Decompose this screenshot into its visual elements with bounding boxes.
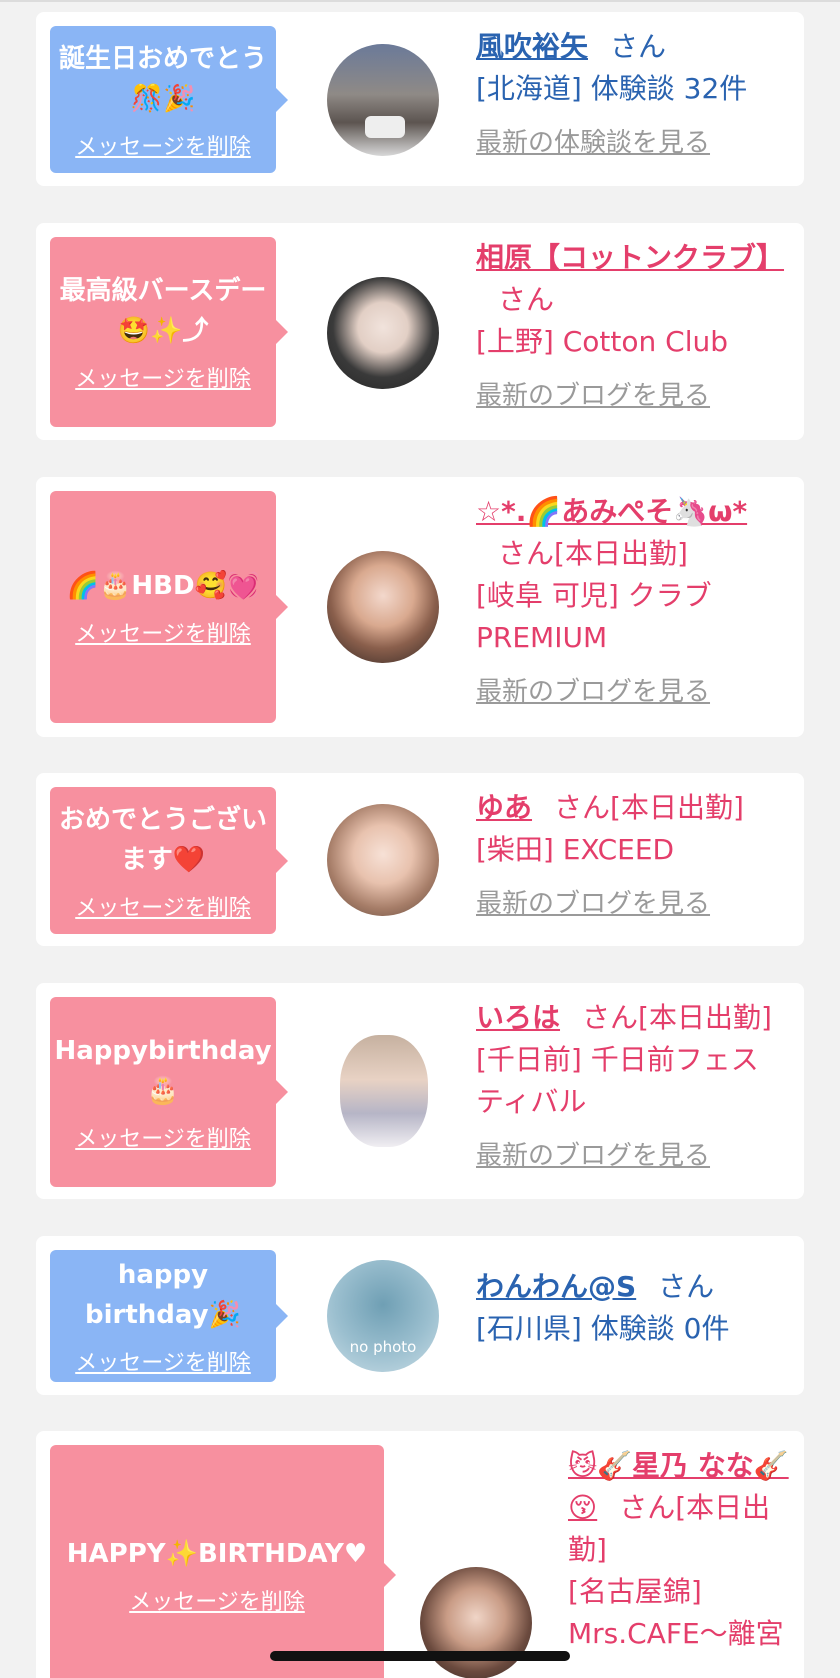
message-bubble: Happybirthday🎂 メッセージを削除 — [50, 997, 288, 1187]
birthday-card: 誕生日おめでとう🎊🎉 メッセージを削除 風吹裕矢 さん [北海道] 体験談 32件… — [36, 12, 804, 186]
honorific: さん — [619, 1491, 676, 1524]
honorific: さん — [498, 537, 555, 570]
user-name-link[interactable]: 相原【コットンクラブ】 — [476, 241, 784, 274]
birthday-message: 誕生日おめでとう🎊🎉 — [58, 43, 267, 114]
avatar[interactable] — [327, 277, 439, 389]
message-bubble: 🌈🎂HBD🥰💓 メッセージを削除 — [50, 491, 288, 723]
latest-link[interactable]: 最新のブログを見る — [476, 671, 786, 713]
user-info: ゆあ さん[本日出勤] [柴田] EXCEED 最新のブログを見る — [476, 787, 786, 925]
honorific: さん — [658, 1270, 715, 1303]
location-line: [上野] Cotton Club — [476, 325, 729, 358]
message-bubble: 最高級バースデー🤩✨⤴ メッセージを削除 — [50, 237, 288, 427]
birthday-card: 🌈🎂HBD🥰💓 メッセージを削除 ☆*.🌈あみぺそ🦄ω* さん[本日出勤] [岐阜… — [36, 477, 804, 737]
message-bubble: happy birthday🎉 メッセージを削除 — [50, 1250, 288, 1382]
delete-message-link[interactable]: メッセージを削除 — [75, 129, 251, 161]
avatar[interactable] — [327, 804, 439, 916]
birthday-message: happy birthday🎉 — [85, 1260, 241, 1330]
user-info: 😼🎸星乃 なな🎸😚 さん[本日出勤] [名古屋錦] Mrs.CAFE〜離宮 — [568, 1445, 796, 1655]
delete-message-link[interactable]: メッセージを削除 — [75, 361, 251, 393]
birthday-card: おめでとうございます❤️ メッセージを削除 ゆあ さん[本日出勤] [柴田] EX… — [36, 773, 804, 946]
message-bubble: HAPPY✨BIRTHDAY♥ メッセージを削除 — [50, 1445, 396, 1678]
birthday-message: HAPPY✨BIRTHDAY♥ — [66, 1539, 368, 1569]
user-info: わんわん@S さん [石川県] 体験談 0件 — [476, 1266, 786, 1350]
birthday-message: Happybirthday🎂 — [54, 1036, 272, 1106]
user-name-link[interactable]: わんわん@S — [476, 1270, 636, 1303]
no-photo-label: no photo — [349, 1338, 417, 1356]
avatar[interactable] — [327, 44, 439, 156]
honorific: さん — [610, 30, 667, 63]
top-divider — [0, 0, 840, 2]
home-indicator[interactable] — [270, 1651, 570, 1661]
latest-link[interactable]: 最新のブログを見る — [476, 375, 786, 417]
message-bubble: 誕生日おめでとう🎊🎉 メッセージを削除 — [50, 26, 288, 173]
delete-message-link[interactable]: メッセージを削除 — [75, 616, 251, 648]
status-badge: [本日出勤] — [554, 537, 688, 570]
delete-message-link[interactable]: メッセージを削除 — [75, 1345, 251, 1377]
status-badge: [本日出勤] — [638, 1001, 772, 1034]
user-info: ☆*.🌈あみぺそ🦄ω* さん[本日出勤] [岐阜 可児] クラブPREMIUM 最… — [476, 491, 786, 713]
delete-message-link[interactable]: メッセージを削除 — [129, 1584, 305, 1616]
user-info: いろは さん[本日出勤] [千日前] 千日前フェスティバル 最新のブログを見る — [476, 997, 786, 1177]
location-line: [千日前] 千日前フェスティバル — [476, 1043, 759, 1118]
user-name-link[interactable]: ゆあ — [476, 791, 532, 824]
birthday-card: Happybirthday🎂 メッセージを削除 いろは さん[本日出勤] [千日前… — [36, 983, 804, 1199]
delete-message-link[interactable]: メッセージを削除 — [75, 890, 251, 922]
avatar[interactable] — [420, 1567, 532, 1678]
location-line: [名古屋錦] Mrs.CAFE〜離宮 — [568, 1575, 784, 1650]
user-name-link[interactable]: ☆*.🌈あみぺそ🦄ω* — [476, 495, 747, 528]
birthday-message: 🌈🎂HBD🥰💓 — [66, 571, 260, 601]
status-badge: [本日出勤] — [610, 791, 744, 824]
birthday-card: happy birthday🎉 メッセージを削除 no photo わんわん@S… — [36, 1236, 804, 1395]
location-line: [北海道] 体験談 32件 — [476, 72, 748, 105]
message-bubble: おめでとうございます❤️ メッセージを削除 — [50, 787, 288, 934]
birthday-card: 最高級バースデー🤩✨⤴ メッセージを削除 相原【コットンクラブ】さん [上野] … — [36, 223, 804, 440]
user-info: 相原【コットンクラブ】さん [上野] Cotton Club 最新のブログを見る — [476, 237, 786, 417]
birthday-card: HAPPY✨BIRTHDAY♥ メッセージを削除 😼🎸星乃 なな🎸😚 さん[本日出… — [36, 1431, 804, 1678]
location-line: [岐阜 可児] クラブPREMIUM — [476, 579, 712, 654]
user-name-link[interactable]: いろは — [476, 1001, 560, 1034]
avatar[interactable]: no photo — [327, 1260, 439, 1372]
location-line: [石川県] 体験談 0件 — [476, 1312, 730, 1345]
location-line: [柴田] EXCEED — [476, 833, 675, 866]
honorific: さん — [498, 283, 555, 316]
latest-link[interactable]: 最新の体験談を見る — [476, 122, 786, 164]
latest-link[interactable]: 最新のブログを見る — [476, 1135, 786, 1177]
delete-message-link[interactable]: メッセージを削除 — [75, 1121, 251, 1153]
user-info: 風吹裕矢 さん [北海道] 体験談 32件 最新の体験談を見る — [476, 26, 786, 164]
avatar[interactable] — [340, 1035, 428, 1147]
honorific: さん — [582, 1001, 639, 1034]
latest-link[interactable]: 最新のブログを見る — [476, 883, 786, 925]
user-name-link[interactable]: 風吹裕矢 — [476, 30, 588, 63]
birthday-message: おめでとうございます❤️ — [58, 804, 267, 875]
birthday-message: 最高級バースデー🤩✨⤴ — [59, 276, 267, 346]
avatar[interactable] — [327, 551, 439, 663]
honorific: さん — [554, 791, 611, 824]
